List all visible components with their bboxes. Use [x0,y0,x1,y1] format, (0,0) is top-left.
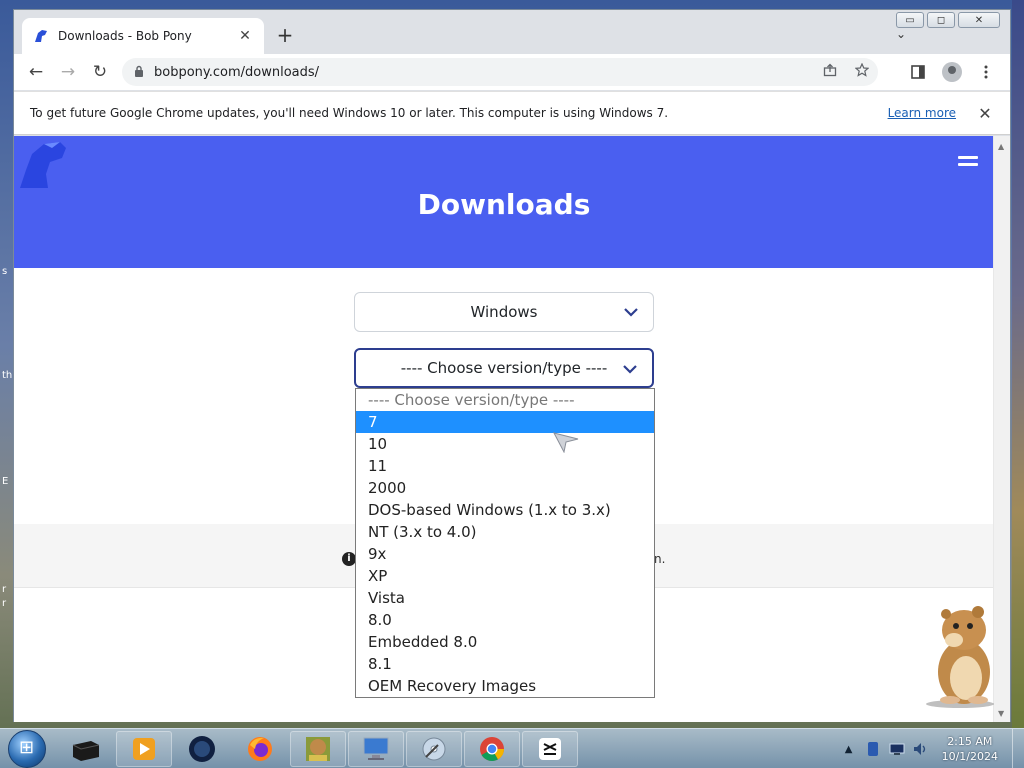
learn-more-link[interactable]: Learn more [888,106,956,120]
dropdown-option[interactable]: 2000 [356,477,654,499]
firefox-icon [248,736,272,761]
desktop-edge-text: th [2,370,13,381]
version-dropdown-list: ---- Choose version/type ---- 7 10 11 20… [355,388,655,698]
scroll-down-icon[interactable]: ▼ [998,709,1004,718]
lock-icon[interactable] [134,65,144,80]
hamster-box-app-icon [306,736,330,761]
network-icon[interactable] [888,740,906,758]
taskbar-app-1[interactable] [58,731,114,767]
system-clock[interactable]: 2:15 AM 10/1/2024 [942,734,998,764]
hero-header: Downloads [14,136,994,268]
page-viewport: Downloads Windows ---- Choose version/ty… [14,136,994,722]
bobpony-favicon-icon [35,30,47,42]
dropdown-option[interactable]: ---- Choose version/type ---- [356,389,654,411]
mouse-pointer-icon [553,432,579,453]
url-text: bobpony.com/downloads/ [154,64,320,80]
volume-icon[interactable] [912,740,930,758]
desktop-edge-text: r [2,584,7,595]
dropdown-option[interactable]: 10 [356,433,654,455]
notice-text-tail: n. [654,552,666,566]
bookmark-star-icon[interactable] [846,62,878,81]
taskbar-chrome[interactable] [464,730,520,767]
update-infobar: To get future Google Chrome updates, you… [14,91,1010,135]
forward-button[interactable]: → [52,56,84,88]
taskbar-hamster-box[interactable] [290,730,346,767]
chevron-down-icon [623,365,637,374]
computer-monitor-icon [363,737,389,760]
os-select-value: Windows [470,303,538,321]
desktop-edge-text: E [2,476,9,487]
dropdown-option[interactable]: XP [356,565,654,587]
media-player-icon [133,737,155,760]
taskbar-media-player[interactable] [116,730,172,767]
page-title: Downloads [417,188,591,221]
taskbar-app-orb[interactable] [174,731,230,767]
reload-button[interactable]: ↻ [84,56,116,88]
tray-expand-icon[interactable]: ▲ [840,740,858,758]
infobar-close-icon[interactable]: ✕ [976,104,994,123]
start-button[interactable] [8,729,46,768]
tab-search-chevron-icon[interactable]: ⌄ [896,27,906,41]
address-bar[interactable]: bobpony.com/downloads/ [122,58,878,86]
tab-strip: Downloads - Bob Pony ✕ + ⌄ ▭ ◻ ✕ [14,10,1010,54]
maximize-button[interactable]: ◻ [927,12,955,28]
taskbar-remote-desktop[interactable] [348,730,404,767]
capcut-icon [539,737,561,760]
window-controls: ▭ ◻ ✕ [896,12,1000,28]
clock-time: 2:15 AM [947,735,993,748]
dropdown-option[interactable]: DOS-based Windows (1.x to 3.x) [356,499,654,521]
system-tray: ▲ 2:15 AM 10/1/2024 [840,729,1024,768]
chevron-down-icon [624,308,638,317]
chrome-icon [480,736,504,761]
dropdown-option[interactable]: Embedded 8.0 [356,631,654,653]
dropdown-option[interactable]: NT (3.x to 4.0) [356,521,654,543]
hamster-mascot-icon[interactable] [920,604,1004,708]
taskbar-capcut[interactable] [522,730,578,767]
windows-taskbar: ▲ 2:15 AM 10/1/2024 [0,728,1024,768]
clock-date: 10/1/2024 [941,750,998,763]
disc-tool-icon [422,737,446,760]
side-panel-icon[interactable] [902,58,934,86]
version-select[interactable]: ---- Choose version/type ---- [354,348,654,388]
black-box-app-icon [72,740,100,761]
dropdown-option[interactable]: 9x [356,543,654,565]
toolbar-right-group [902,58,1002,86]
tab-close-icon[interactable]: ✕ [236,28,254,44]
dark-orb-app-icon [189,735,215,762]
info-icon: i [342,552,356,566]
infobar-message: To get future Google Chrome updates, you… [30,106,669,120]
tab-downloads[interactable]: Downloads - Bob Pony ✕ [22,18,264,54]
profile-avatar[interactable] [936,58,968,86]
tray-app-icon[interactable] [864,740,882,758]
dropdown-option[interactable]: 8.1 [356,653,654,675]
profile-icon [942,62,962,82]
back-button[interactable]: ← [20,56,52,88]
show-desktop-button[interactable] [1012,729,1024,768]
version-select-value: ---- Choose version/type ---- [400,359,608,377]
desktop-left-edge: s th E r r [0,0,14,730]
bobpony-logo-icon[interactable] [16,140,68,190]
window-close-button[interactable]: ✕ [958,12,1000,28]
taskbar-firefox[interactable] [232,731,288,767]
minimize-button[interactable]: ▭ [896,12,924,28]
dropdown-option[interactable]: Vista [356,587,654,609]
desktop-edge-text: r [2,598,7,609]
dropdown-option[interactable]: 7 [356,411,654,433]
menu-kebab-icon[interactable] [970,58,1002,86]
desktop-wallpaper-edge [1012,0,1024,730]
dropdown-option[interactable]: 11 [356,455,654,477]
dropdown-option[interactable]: OEM Recovery Images [356,675,654,697]
hamburger-menu-icon[interactable] [958,156,978,170]
taskbar-disc-tool[interactable] [406,730,462,767]
chrome-window: Downloads - Bob Pony ✕ + ⌄ ▭ ◻ ✕ ← → ↻ b… [13,9,1011,722]
os-select[interactable]: Windows [354,292,654,332]
tab-title: Downloads - Bob Pony [58,29,192,43]
share-icon[interactable] [814,63,846,81]
desktop-edge-text: s [2,266,8,277]
dropdown-option[interactable]: 8.0 [356,609,654,631]
scroll-up-icon[interactable]: ▲ [998,142,1004,151]
browser-toolbar: ← → ↻ bobpony.com/downloads/ [14,54,1010,90]
new-tab-button[interactable]: + [274,24,296,46]
